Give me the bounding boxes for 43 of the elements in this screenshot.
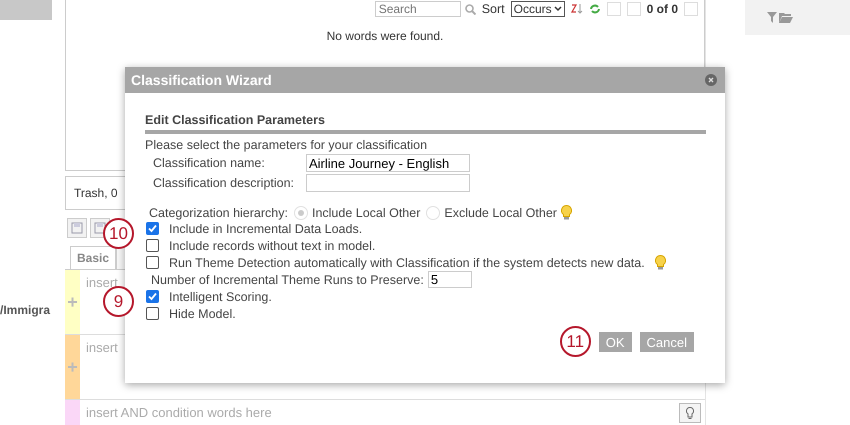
checkbox-label: Hide Model. <box>169 306 236 320</box>
callout-number: 11 <box>560 326 591 357</box>
checkbox-label: Include in Incremental Data Loads. <box>169 222 362 236</box>
checkbox-label: Intelligent Scoring. <box>169 290 272 304</box>
tab[interactable]: Basic <box>70 246 116 269</box>
search-field[interactable]: Search <box>374 1 461 17</box>
checkbox[interactable] <box>146 256 159 269</box>
checkbox[interactable] <box>146 222 159 235</box>
sort-order-icon[interactable] <box>570 3 583 15</box>
checkbox-label: Run Theme Detection automatically with Classification if the system detects new data. <box>169 256 645 270</box>
filter-icon[interactable] <box>767 12 777 23</box>
hint-button[interactable] <box>679 403 701 423</box>
checkbox[interactable] <box>146 307 159 320</box>
checkbox[interactable] <box>146 290 159 303</box>
folder-icon[interactable] <box>779 12 793 23</box>
dialog-title: Classification Wizard <box>131 72 272 88</box>
radio-label: Exclude Local Other <box>444 206 557 220</box>
checkbox-label: Include records without text in model. <box>169 238 376 252</box>
sort-label: Sort <box>482 2 505 16</box>
empty-message: No words were found. <box>326 29 444 43</box>
header-bar <box>0 0 52 20</box>
search-icon[interactable] <box>464 4 476 14</box>
refresh-icon[interactable] <box>588 3 601 15</box>
sort-dropdown[interactable]: Occurs <box>510 1 565 17</box>
item-label: /Immigra <box>0 303 52 317</box>
close-icon[interactable] <box>705 74 717 86</box>
callout-number: 10 <box>103 218 134 249</box>
page-count: 0 of 0 <box>646 2 678 16</box>
text-field[interactable]: Airline Journey - English <box>306 154 470 172</box>
number-field[interactable]: 5 <box>428 271 472 288</box>
dialog-button[interactable]: Cancel <box>640 332 694 352</box>
radio-label: Include Local Other <box>312 206 420 220</box>
lightbulb-icon <box>686 406 694 420</box>
dialog-button[interactable]: OK <box>598 332 632 352</box>
checkbox[interactable] <box>146 239 159 252</box>
caret-icon <box>554 6 562 12</box>
callout-number: 9 <box>103 286 134 317</box>
instruction-text: Please select the parameters for your classification <box>145 138 428 152</box>
text-field[interactable] <box>306 174 470 192</box>
field-label: Classification name: <box>153 156 266 170</box>
field-label: Number of Incremental Theme Runs to Preserve: <box>151 272 424 286</box>
add-symbol[interactable]: + <box>67 292 78 312</box>
section-title: Edit Classification Parameters <box>145 113 706 134</box>
